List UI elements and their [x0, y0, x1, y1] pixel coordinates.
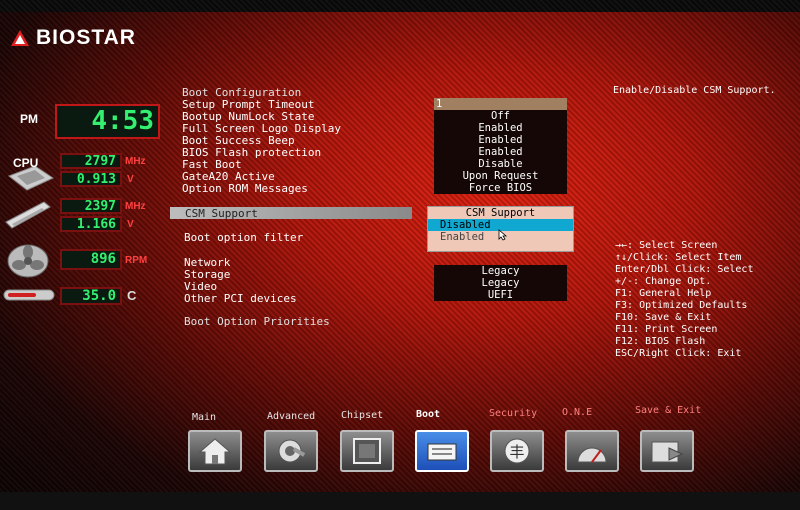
- temperature-unit: C: [127, 288, 137, 303]
- mouse-cursor-icon: [498, 229, 508, 241]
- svg-text:丰: 丰: [509, 443, 524, 461]
- help-key-save-exit: F10: Save & Exit: [615, 312, 712, 323]
- tab-security[interactable]: Security: [489, 408, 537, 419]
- setting-value-video[interactable]: Legacy: [434, 277, 567, 289]
- setting-label-boot-option-filter[interactable]: Boot option filter: [184, 231, 303, 244]
- setting-label-other-pci-devices[interactable]: Other PCI devices: [184, 292, 297, 305]
- memory-voltage-unit: V: [127, 219, 134, 230]
- help-key-enter-select: Enter/Dbl Click: Select: [615, 264, 754, 275]
- help-key-optimized-defaults: F3: Optimized Defaults: [615, 300, 748, 311]
- memory-icon: [4, 198, 54, 236]
- setting-value-fast-boot[interactable]: Disable: [434, 158, 567, 170]
- help-key-bios-flash: F12: BIOS Flash: [615, 336, 706, 347]
- setting-value-numlock-state[interactable]: Off: [434, 110, 567, 122]
- setting-value-logo-display[interactable]: Enabled: [434, 122, 567, 134]
- memory-frequency-display: 2397: [60, 198, 122, 214]
- cpu-frequency-unit: MHz: [125, 156, 146, 167]
- help-key-select-item: ↑↓/Click: Select Item: [615, 252, 742, 263]
- help-key-change-option: +/-: Change Opt.: [615, 276, 712, 287]
- tab-advanced[interactable]: Advanced: [267, 411, 315, 422]
- setting-label-csm-support[interactable]: CSM Support: [185, 207, 258, 220]
- gauge-icon[interactable]: [565, 430, 619, 472]
- boot-option-priorities-heading[interactable]: Boot Option Priorities: [184, 315, 330, 328]
- temperature-display: 35.0: [60, 287, 122, 305]
- setting-value-other-pci-devices[interactable]: UEFI: [434, 289, 567, 301]
- memory-frequency-unit: MHz: [125, 201, 146, 212]
- fan-speed-display: 896: [60, 249, 122, 270]
- memory-voltage-display: 1.166: [60, 216, 122, 232]
- shield-icon[interactable]: 丰: [490, 430, 544, 472]
- setting-label-option-rom-messages[interactable]: Option ROM Messages: [182, 182, 308, 195]
- csm-support-popup: CSM Support Disabled Enabled: [427, 206, 574, 252]
- tab-one[interactable]: O.N.E: [562, 407, 592, 418]
- setting-value-bios-flash-protection[interactable]: Enabled: [434, 146, 567, 158]
- cpu-voltage-display: 0.913: [60, 171, 122, 187]
- tab-boot[interactable]: Boot: [416, 409, 440, 420]
- popup-title: CSM Support: [465, 207, 536, 219]
- clock-display: 4:53: [55, 104, 160, 139]
- setting-value-setup-prompt-timeout[interactable]: 1: [434, 98, 567, 110]
- help-description: Enable/Disable CSM Support.: [613, 85, 776, 96]
- biostar-logo-icon: [11, 30, 29, 46]
- home-icon[interactable]: [188, 430, 242, 472]
- folder-exit-icon[interactable]: [640, 430, 694, 472]
- help-key-general-help: F1: General Help: [615, 288, 712, 299]
- brand-logo: BIOSTAR: [10, 26, 136, 50]
- tab-save-exit[interactable]: Save & Exit: [635, 405, 701, 416]
- cpu-label: CPU: [13, 156, 39, 170]
- top-band: [0, 0, 800, 12]
- cpu-voltage-unit: V: [127, 174, 134, 185]
- fan-speed-unit: RPM: [125, 255, 148, 266]
- fan-icon: [6, 243, 50, 283]
- bottom-band: [0, 492, 800, 510]
- drive-icon[interactable]: [415, 430, 469, 472]
- setting-value-option-rom-messages[interactable]: Force BIOS: [434, 182, 567, 194]
- chip-icon[interactable]: [340, 430, 394, 472]
- thermometer-icon: [2, 287, 58, 307]
- setting-value-boot-success-beep[interactable]: Enabled: [434, 134, 567, 146]
- settings-icon[interactable]: [264, 430, 318, 472]
- tab-chipset[interactable]: Chipset: [341, 410, 383, 421]
- help-key-select-screen: →←: Select Screen: [615, 240, 718, 251]
- setting-value-storage[interactable]: Legacy: [434, 265, 567, 277]
- setting-value-gatea20-active[interactable]: Upon Request: [434, 170, 567, 182]
- help-key-exit: ESC/Right Click: Exit: [615, 348, 742, 359]
- cpu-frequency-display: 2797: [60, 153, 122, 169]
- brand-name: BIOSTAR: [36, 26, 136, 49]
- tab-main[interactable]: Main: [192, 412, 216, 423]
- clock-ampm: PM: [20, 112, 38, 126]
- help-key-print-screen: F11: Print Screen: [615, 324, 718, 335]
